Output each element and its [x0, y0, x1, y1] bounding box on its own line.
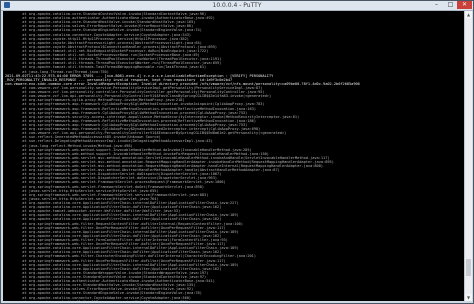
close-button[interactable]: ✕ — [457, 1, 472, 9]
terminal-lines: at org.apache.catalina.core.StandardCont… — [3, 11, 464, 301]
window-title: 10.0.0.4 - PuTTY — [212, 2, 262, 9]
scroll-down-arrow-icon[interactable]: ▼ — [465, 294, 472, 301]
vertical-scrollbar[interactable]: ▲ ▼ — [464, 11, 472, 301]
title-bar[interactable]: 10.0.0.4 - PuTTY – □ ✕ — [1, 1, 473, 11]
minimize-button[interactable]: – — [430, 1, 443, 9]
putty-window: 10.0.0.4 - PuTTY – □ ✕ at org.apache.cat… — [0, 0, 474, 304]
terminal-line: at org.apache.coyote.http11.Http11Proces… — [5, 300, 464, 301]
scroll-up-arrow-icon[interactable]: ▲ — [465, 11, 472, 18]
scrollbar-thumb[interactable] — [466, 259, 471, 276]
terminal-output[interactable]: at org.apache.catalina.core.StandardCont… — [3, 11, 464, 301]
maximize-button[interactable]: □ — [444, 1, 457, 9]
